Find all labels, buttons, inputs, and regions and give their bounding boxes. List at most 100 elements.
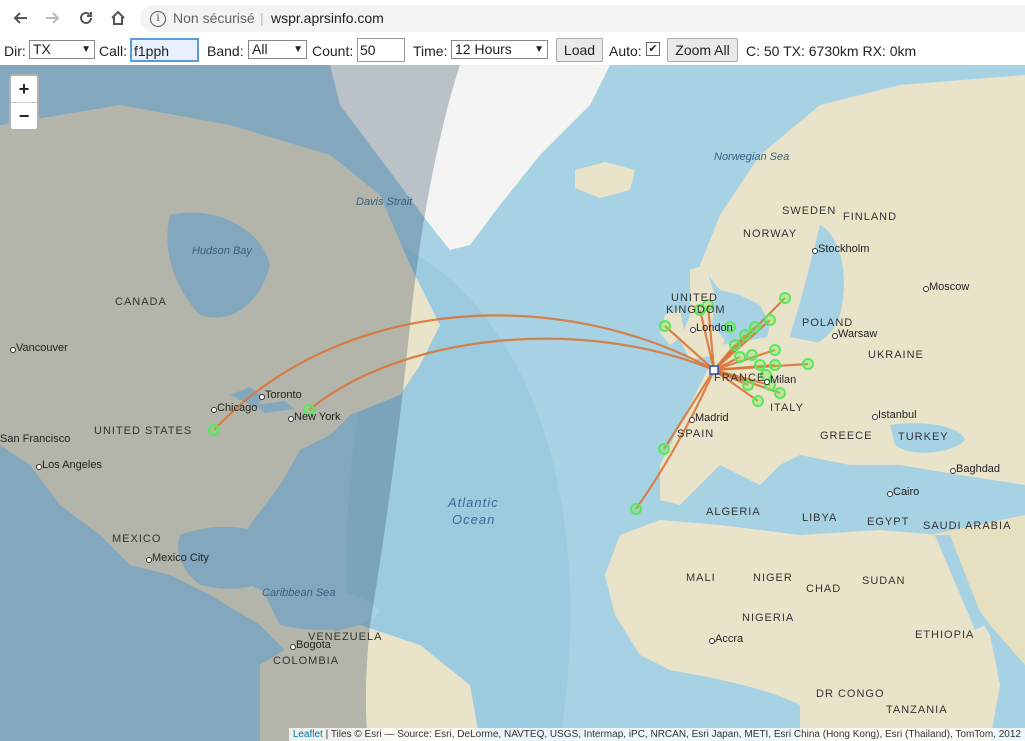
spot-marker[interactable] — [734, 351, 746, 363]
path-line — [308, 337, 715, 411]
load-button[interactable]: Load — [556, 38, 603, 62]
spot-marker[interactable] — [746, 349, 758, 361]
spot-marker[interactable] — [208, 424, 220, 436]
label-sweden: SWEDEN — [782, 205, 837, 217]
label-kingdom: KINGDOM — [666, 304, 726, 316]
zoom-in-button[interactable]: + — [11, 76, 37, 102]
label-italy: ITALY — [770, 402, 804, 414]
label-ocean: Ocean — [452, 512, 496, 527]
spot-marker[interactable] — [802, 358, 814, 370]
browser-toolbar: i Non sécurisé | wspr.aprsinfo.com — [0, 0, 1025, 38]
label-united: UNITED — [671, 292, 718, 304]
zoom-control: + − — [9, 74, 39, 131]
label-hudson-bay: Hudson Bay — [192, 245, 252, 257]
label-united-states: UNITED STATES — [94, 425, 193, 437]
label-sudan: SUDAN — [862, 575, 906, 587]
label-tanzania: TANZANIA — [886, 704, 948, 716]
chevron-down-icon: ▼ — [534, 44, 544, 55]
chevron-down-icon: ▼ — [81, 44, 91, 55]
label-accra: Accra — [708, 633, 744, 645]
attribution-text: | Tiles © Esri — Source: Esri, DeLorme, … — [322, 729, 1021, 740]
address-bar[interactable]: i Non sécurisé | wspr.aprsinfo.com — [140, 5, 1025, 32]
leaflet-link[interactable]: Leaflet — [293, 729, 323, 740]
spot-marker[interactable] — [769, 359, 781, 371]
label-algeria: ALGERIA — [706, 506, 761, 518]
forward-icon[interactable] — [41, 6, 65, 30]
label-moscow: Moscow — [922, 281, 970, 293]
spot-marker[interactable] — [779, 292, 791, 304]
label-atlantic: Atlantic — [448, 495, 499, 510]
label-ethiopia: ETHIOPIA — [915, 629, 975, 641]
spot-marker[interactable] — [659, 320, 671, 332]
label-colombia: COLOMBIA — [273, 655, 340, 667]
label-london: London — [690, 322, 733, 334]
back-icon[interactable] — [8, 6, 32, 30]
count-input[interactable]: 50 — [357, 38, 405, 62]
label-egypt: EGYPT — [867, 516, 910, 528]
control-bar: Dir: TX ▼ Call: f1pph Band: All ▼ Count:… — [0, 37, 1025, 65]
spot-marker[interactable] — [630, 503, 642, 515]
spot-marker[interactable] — [769, 344, 781, 356]
label-milan: Milan — [763, 374, 797, 386]
label-vancouver: Vancouver — [10, 342, 68, 354]
label-davis-strait: Davis Strait — [356, 196, 413, 208]
label-spain: SPAIN — [677, 428, 715, 440]
label-toronto: Toronto — [259, 389, 302, 401]
label-chicago: Chicago — [210, 402, 258, 414]
label-norway: NORWAY — [743, 228, 798, 240]
spot-marker[interactable] — [754, 359, 766, 371]
label-san-francisco: San Francisco — [0, 433, 71, 445]
spot-marker[interactable] — [764, 314, 776, 326]
home-icon[interactable] — [106, 6, 130, 30]
label-stockholm: Stockholm — [811, 243, 870, 255]
label-warsaw: Warsaw — [831, 328, 878, 340]
zoom-all-button[interactable]: Zoom All — [667, 38, 738, 62]
label-dr-congo: DR CONGO — [816, 688, 885, 700]
dir-label: Dir: — [4, 43, 26, 59]
time-label: Time: — [413, 43, 448, 59]
time-select-value: 12 Hours — [455, 41, 512, 57]
spots-layer — [208, 292, 814, 515]
auto-checkbox[interactable]: ✔ — [646, 42, 660, 56]
label-baghdad: Baghdad — [949, 463, 1001, 475]
label-france: FRANCE — [714, 372, 766, 384]
label-canada: CANADA — [115, 296, 167, 308]
label-new-york: New York — [287, 411, 341, 423]
label-madrid: Madrid — [689, 412, 729, 424]
security-status: Non sécurisé — [173, 10, 255, 26]
call-input[interactable]: f1pph — [130, 38, 199, 62]
map[interactable]: Norwegian Sea Davis Strait Hudson Bay CA… — [0, 65, 1025, 741]
count-label: Count: — [312, 43, 354, 59]
url-text[interactable]: wspr.aprsinfo.com — [271, 10, 384, 26]
dir-select[interactable]: TX ▼ — [29, 40, 95, 59]
spot-marker[interactable] — [658, 443, 670, 455]
spot-marker[interactable] — [729, 339, 741, 351]
label-mexico-city: Mexico City — [146, 552, 209, 564]
spot-marker[interactable] — [739, 329, 751, 341]
band-label: Band: — [207, 43, 244, 59]
info-icon[interactable]: i — [150, 11, 166, 27]
label-mali: MALI — [686, 572, 716, 584]
dir-select-value: TX — [33, 41, 51, 57]
time-select[interactable]: 12 Hours ▼ — [451, 40, 548, 59]
reload-icon[interactable] — [74, 6, 98, 30]
band-select[interactable]: All ▼ — [248, 40, 307, 59]
label-chad: CHAD — [806, 583, 842, 595]
spot-marker[interactable] — [749, 321, 761, 333]
chevron-down-icon: ▼ — [293, 44, 303, 55]
zoom-out-button[interactable]: − — [11, 102, 37, 129]
label-norwegian-sea: Norwegian Sea — [714, 151, 790, 163]
band-select-value: All — [252, 41, 268, 57]
stats-text: C: 50 TX: 6730km RX: 0km — [746, 43, 917, 59]
address-separator: | — [260, 10, 264, 26]
spot-marker[interactable] — [752, 395, 764, 407]
label-ukraine: UKRAINE — [868, 349, 924, 361]
label-greece: GREECE — [820, 430, 873, 442]
label-finland: FINLAND — [843, 211, 898, 223]
spot-marker[interactable] — [774, 387, 786, 399]
auto-label: Auto: — [609, 43, 642, 59]
label-bogota: Bogota — [290, 639, 331, 651]
path-line — [213, 314, 715, 431]
label-los-angeles: Los Angeles — [36, 459, 102, 471]
label-nigeria: NIGERIA — [742, 612, 795, 624]
